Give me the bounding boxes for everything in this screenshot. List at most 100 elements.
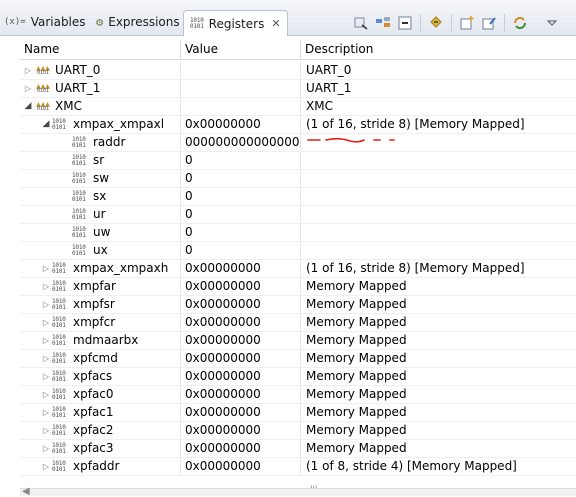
bitfield-icon: 1010 0101 (72, 135, 86, 149)
register-value[interactable] (180, 80, 300, 97)
register-icon: 1010 0101 (52, 351, 66, 365)
table-row[interactable]: ▷ 1010 0101 xpfaddr 0x00000000 (1 of 8, s… (20, 458, 576, 476)
table-row[interactable]: 1010 0101 sx 0 (20, 188, 576, 206)
register-value[interactable]: 0x00000000 (180, 332, 300, 349)
tab-expressions-label: Expressions (108, 15, 180, 29)
expand-arrow-icon[interactable]: ▷ (40, 458, 52, 475)
register-icon: 1010 0101 (52, 441, 66, 455)
register-description: Memory Mapped (300, 386, 576, 403)
table-row[interactable]: ▷ 1010 0101 xmpfcr 0x00000000 Memory Mapp… (20, 314, 576, 332)
table-row[interactable]: ▷ ▲▲▲ 0101 UART_1 UART_1 (20, 80, 576, 98)
table-row[interactable]: ▷ 1010 0101 xmpfar 0x00000000 Memory Mapp… (20, 278, 576, 296)
register-value[interactable]: 0x00000000 (180, 368, 300, 385)
bitfield-value[interactable]: 0 (180, 152, 300, 169)
register-value[interactable]: 0x00000000 (180, 350, 300, 367)
table-row[interactable]: ▷ 1010 0101 mdmaarbx 0x00000000 Memory Ma… (20, 332, 576, 350)
close-icon[interactable]: ✕ (271, 17, 280, 30)
expand-arrow-icon[interactable]: ▷ (40, 332, 52, 349)
expand-arrow-icon[interactable]: ▷ (40, 314, 52, 331)
register-value[interactable]: 0x00000000 (180, 260, 300, 277)
collapse-arrow-icon[interactable]: ◢ (40, 116, 52, 133)
table-row[interactable]: ▷ 1010 0101 xpfac0 0x00000000 Memory Mapp… (20, 386, 576, 404)
collapse-arrow-icon[interactable]: ◢ (22, 98, 34, 115)
refresh-registers-icon[interactable] (425, 13, 447, 33)
scrollbar-grip[interactable]: ''' (310, 485, 317, 495)
table-row[interactable]: ◢ 1010 0101 xmpax_xmpaxl 0x00000000 (1 of… (20, 116, 576, 134)
register-value[interactable]: 0x00000000 (180, 296, 300, 313)
expand-arrow-icon[interactable]: ▷ (40, 440, 52, 457)
bitfield-icon: 1010 0101 (72, 189, 86, 203)
tab-registers[interactable]: 1010 0101 Registers ✕ (183, 10, 288, 36)
register-icon: 1010 0101 (52, 279, 66, 293)
table-row[interactable]: ▷ 1010 0101 xpfac3 0x00000000 Memory Mapp… (20, 440, 576, 458)
bitfield-name: sx (93, 189, 107, 203)
horizontal-scrollbar[interactable]: ◀ ''' (20, 485, 576, 497)
table-row[interactable]: ◢ ▲▲▲ 0101 XMC XMC (20, 98, 576, 116)
expand-arrow-icon[interactable]: ▷ (40, 404, 52, 421)
table-row[interactable]: ▷ 1010 0101 xpfacs 0x00000000 Memory Mapp… (20, 368, 576, 386)
register-icon: 1010 0101 (52, 333, 66, 347)
tab-expressions[interactable]: ⚙ Expressions (96, 11, 180, 33)
view-menu-icon[interactable] (541, 13, 563, 33)
bitfield-value[interactable]: 0 (180, 170, 300, 187)
bitfield-value[interactable]: 0 (180, 206, 300, 223)
select-all-icon[interactable] (350, 13, 372, 33)
sync-icon[interactable] (509, 13, 531, 33)
bitfield-value[interactable]: 0 (180, 224, 300, 241)
column-description-header[interactable]: Description (300, 40, 575, 59)
layout-icon[interactable] (372, 13, 394, 33)
table-row[interactable]: 1010 0101 sw 0 (20, 170, 576, 188)
table-row[interactable]: 1010 0101 sr 0 (20, 152, 576, 170)
column-header: Name Value Description (20, 40, 576, 60)
bitfield-value[interactable]: 0 (180, 188, 300, 205)
register-icon: 1010 0101 (52, 117, 66, 131)
table-row[interactable]: ▷ 1010 0101 xmpax_xmpaxh 0x00000000 (1 of… (20, 260, 576, 278)
expand-arrow-icon[interactable]: ▷ (40, 278, 52, 295)
expand-arrow-icon[interactable]: ▷ (40, 296, 52, 313)
expand-arrow-icon[interactable]: ▷ (40, 368, 52, 385)
table-row[interactable]: ▷ 1010 0101 xpfcmd 0x00000000 Memory Mapp… (20, 350, 576, 368)
table-row[interactable]: 1010 0101 uw 0 (20, 224, 576, 242)
new-group-icon[interactable] (456, 13, 478, 33)
collapse-all-icon[interactable] (394, 13, 416, 33)
toolbar-separator (420, 14, 421, 32)
register-name: xpfac1 (73, 405, 114, 419)
bitfield-name: ux (93, 243, 108, 257)
expand-arrow-icon[interactable]: ▷ (22, 80, 34, 97)
register-value[interactable]: 0x00000000 (180, 116, 300, 133)
edit-group-icon[interactable] (478, 13, 500, 33)
table-row[interactable]: ▷ ▲▲▲ 0101 UART_0 UART_0 (20, 62, 576, 80)
column-name-header[interactable]: Name (20, 40, 184, 59)
register-description: Memory Mapped (300, 332, 576, 349)
expand-arrow-icon[interactable]: ▷ (40, 260, 52, 277)
register-value[interactable]: 0x00000000 (180, 404, 300, 421)
expand-arrow-icon[interactable]: ▷ (40, 386, 52, 403)
bitfield-icon: 1010 0101 (72, 225, 86, 239)
table-row[interactable]: ▷ 1010 0101 xpfac1 0x00000000 Memory Mapp… (20, 404, 576, 422)
register-value[interactable]: 0x00000000 (180, 440, 300, 457)
bitfield-value[interactable]: 00000000000000000... (180, 134, 300, 151)
column-value-header[interactable]: Value (180, 40, 305, 59)
scroll-left-icon[interactable]: ◀ (22, 486, 30, 497)
table-row[interactable]: ▷ 1010 0101 xmpfsr 0x00000000 Memory Mapp… (20, 296, 576, 314)
register-value[interactable]: 0x00000000 (180, 422, 300, 439)
register-description: Memory Mapped (300, 350, 576, 367)
bitfield-name: ur (93, 207, 106, 221)
expand-arrow-icon[interactable]: ▷ (40, 350, 52, 367)
table-row[interactable]: ▷ 1010 0101 xpfac2 0x00000000 Memory Mapp… (20, 422, 576, 440)
register-value[interactable]: 0x00000000 (180, 278, 300, 295)
expand-arrow-icon[interactable]: ▷ (22, 62, 34, 79)
register-value[interactable]: 0x00000000 (180, 314, 300, 331)
tab-variables[interactable]: (x)= Variables (4, 11, 86, 33)
register-value[interactable] (180, 62, 300, 79)
register-value[interactable]: 0x00000000 (180, 386, 300, 403)
expand-arrow-icon[interactable]: ▷ (40, 422, 52, 439)
register-name: xpfac3 (73, 441, 114, 455)
bitfield-value[interactable]: 0 (180, 242, 300, 259)
register-value[interactable]: 0x00000000 (180, 458, 300, 475)
register-description: Memory Mapped (300, 368, 576, 385)
table-row[interactable]: 1010 0101 ux 0 (20, 242, 576, 260)
register-value[interactable] (180, 98, 300, 115)
table-row[interactable]: 1010 0101 ur 0 (20, 206, 576, 224)
table-row[interactable]: 10100101 raddr 00000000000000000... (20, 134, 576, 152)
